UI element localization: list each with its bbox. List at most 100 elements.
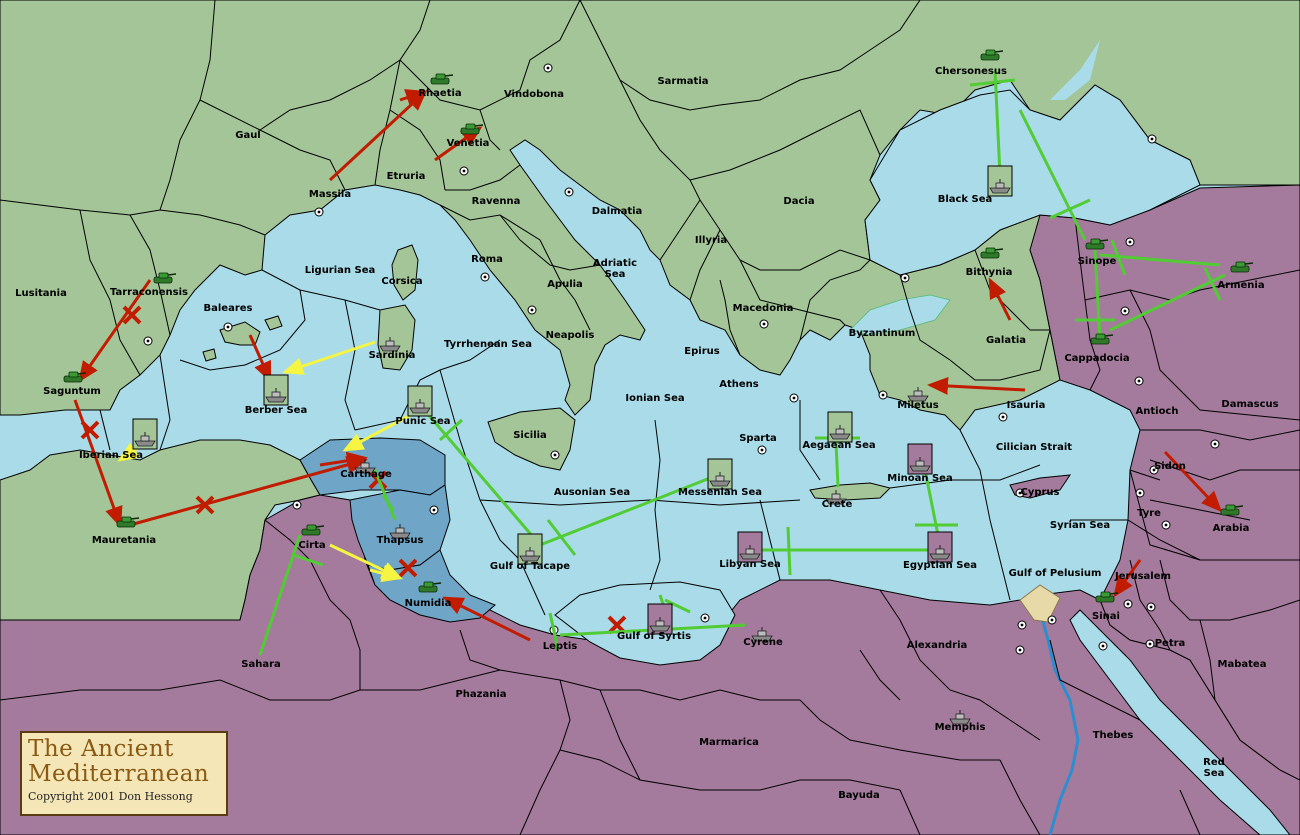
supply-center-core <box>703 616 707 620</box>
region-label-numidia: Numidia <box>405 598 452 609</box>
supply-center-core <box>1050 618 1054 622</box>
region-label-cyrene: Cyrene <box>743 637 783 648</box>
region-label-egyptian-sea: Egyptian Sea <box>903 560 977 571</box>
supply-center-core <box>432 508 436 512</box>
region-label-dacia: Dacia <box>783 196 814 207</box>
region-label-bithynia: Bithynia <box>966 267 1013 278</box>
supply-center-core <box>792 396 796 400</box>
cartouche-title-line1: The Ancient <box>28 736 174 762</box>
region-label-dalmatia: Dalmatia <box>592 206 643 217</box>
supply-center-core <box>903 276 907 280</box>
region-label-sahara: Sahara <box>241 659 281 670</box>
support-tick <box>786 526 792 576</box>
region-label-sinai: Sinai <box>1092 611 1120 622</box>
supply-center-core <box>1213 442 1217 446</box>
supply-center-core <box>1128 240 1132 244</box>
supply-center-core <box>1137 379 1141 383</box>
region-label-tarraconensis: Tarraconensis <box>110 287 188 298</box>
region-label-punic-sea: Punic Sea <box>395 416 450 427</box>
region-label-black-sea: Black Sea <box>938 194 993 205</box>
region-label-neapolis: Neapolis <box>546 330 595 341</box>
region-label-arabia: Arabia <box>1213 523 1250 534</box>
region-label-corsica: Corsica <box>381 276 422 287</box>
region-label-venetia: Venetia <box>447 138 490 149</box>
region-label-miletus: Miletus <box>897 400 938 411</box>
region-label-apulia: Apulia <box>547 279 583 290</box>
region-label-red-sea: Sea <box>1204 768 1225 779</box>
region-label-isauria: Isauria <box>1007 400 1046 411</box>
region-label-crete: Crete <box>822 499 853 510</box>
ancient-mediterranean-map: Gaul Massila Rhaetia Vindobona Sarmatia Venet… <box>0 0 1300 835</box>
region-label-ausonian-sea: Ausonian Sea <box>554 487 630 498</box>
region-label-cappadocia: Cappadocia <box>1064 353 1129 364</box>
supply-center-core <box>1001 415 1005 419</box>
region-label-rhaetia: Rhaetia <box>418 88 461 99</box>
region-label-sardinia: Sardinia <box>369 350 416 361</box>
region-label-cilician-strait: Cilician Strait <box>996 442 1072 453</box>
supply-center-core <box>1149 605 1153 609</box>
supply-center-core <box>1150 137 1154 141</box>
region-label-berber-sea: Berber Sea <box>245 405 307 416</box>
cartouche-title-line2: Mediterranean <box>28 761 210 787</box>
region-label-cirta: Cirta <box>298 540 325 551</box>
region-label-sinope: Sinope <box>1078 256 1117 267</box>
region-label-mabatea: Mabatea <box>1218 659 1267 670</box>
region-label-ligurian-sea: Ligurian Sea <box>305 265 376 276</box>
region-label-thebes: Thebes <box>1093 730 1134 741</box>
region-label-ionian-sea: Ionian Sea <box>625 393 684 404</box>
region-label-libyan-sea: Libyan Sea <box>719 559 781 570</box>
region-label-tyre: Tyre <box>1137 508 1161 519</box>
region-label-iberian-sea: Iberian Sea <box>79 450 143 461</box>
region-label-syrian-sea: Syrian Sea <box>1050 520 1110 531</box>
supply-center-core <box>483 275 487 279</box>
supply-center-core <box>530 308 534 312</box>
supply-center-core <box>546 66 550 70</box>
region-label-sidon: Sidon <box>1154 461 1186 472</box>
supply-center-core <box>1148 642 1152 646</box>
region-label-saguntum: Saguntum <box>43 386 101 397</box>
supply-center-core <box>1020 623 1024 627</box>
region-label-bayuda: Bayuda <box>838 790 880 801</box>
supply-center-core <box>1018 648 1022 652</box>
region-label-gulf-of-tacape: Gulf of Tacape <box>490 561 570 572</box>
supply-center-core <box>762 322 766 326</box>
region-label-gulf-of-syrtis: Gulf of Syrtis <box>617 631 691 642</box>
region-label-antioch: Antioch <box>1136 406 1179 417</box>
region-label-minoan-sea: Minoan Sea <box>887 473 952 484</box>
supply-center-core <box>1123 309 1127 313</box>
region-label-chersonesus: Chersonesus <box>935 66 1007 77</box>
region-label-memphis: Memphis <box>935 722 986 733</box>
region-label-leptis: Leptis <box>543 641 578 652</box>
region-label-tyrrhenean-sea: Tyrrhenean Sea <box>444 339 532 350</box>
map-cartouche: The Ancient Mediterranean Copyright 2001… <box>20 731 228 816</box>
region-label-byzantinum: Byzantinum <box>849 328 916 339</box>
region-label-thapsus: Thapsus <box>377 535 424 546</box>
region-label-roma: Roma <box>471 254 503 265</box>
region-label-alexandria: Alexandria <box>907 640 968 651</box>
region-label-sarmatia: Sarmatia <box>657 76 708 87</box>
region-label-damascus: Damascus <box>1221 399 1278 410</box>
supply-center-core <box>1126 602 1130 606</box>
region-label-phazania: Phazania <box>455 689 506 700</box>
region-label-marmarica: Marmarica <box>699 737 759 748</box>
supply-center-core <box>1101 644 1105 648</box>
region-label-cyprus: Cyprus <box>1020 487 1059 498</box>
supply-center-core <box>1138 491 1142 495</box>
region-label-adriatic-sea: Sea <box>605 269 626 280</box>
region-label-mauretania: Mauretania <box>92 535 156 546</box>
supply-center-core <box>760 448 764 452</box>
region-label-carthage: Carthage <box>340 469 392 480</box>
region-label-galatia: Galatia <box>986 335 1026 346</box>
region-label-adriatic-sea: Adriatic <box>593 258 637 269</box>
region-label-massila: Massila <box>309 189 351 200</box>
region-label-macedonia: Macedonia <box>733 303 794 314</box>
supply-center-core <box>295 503 299 507</box>
region-label-gulf-of-pelusium: Gulf of Pelusium <box>1009 568 1102 579</box>
supply-center-core <box>317 210 321 214</box>
region-label-etruria: Etruria <box>387 171 426 182</box>
region-label-messenian-sea: Messenian Sea <box>678 487 762 498</box>
cartouche-copyright: Copyright 2001 Don Hessong <box>28 790 193 803</box>
region-label-sparta: Sparta <box>739 433 777 444</box>
region-label-vindobona: Vindobona <box>504 89 564 100</box>
supply-center-core <box>226 325 230 329</box>
